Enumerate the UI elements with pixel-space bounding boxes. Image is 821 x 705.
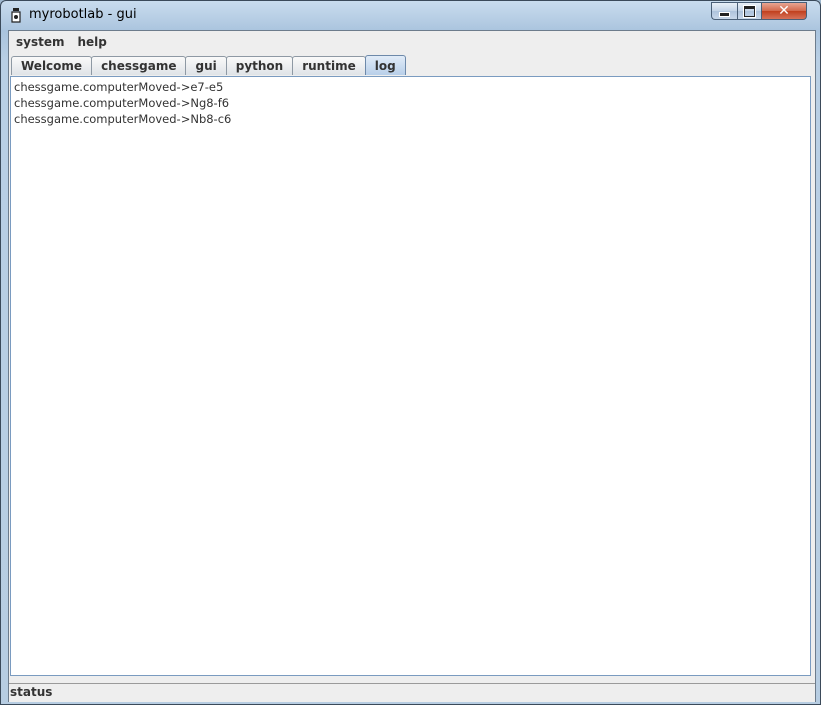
app-window: myrobotlab - gui ✕ system help Welcome c… — [0, 0, 821, 705]
menu-bar: system help — [9, 31, 815, 53]
status-label: status — [10, 685, 53, 699]
caption-buttons: ✕ — [711, 2, 807, 21]
myrobotlab-app-icon — [11, 8, 21, 23]
log-panel[interactable]: chessgame.computerMoved->e7-e5 chessgame… — [10, 76, 811, 676]
tab-welcome[interactable]: Welcome — [11, 56, 93, 75]
minimize-button[interactable] — [711, 2, 737, 20]
log-text-area[interactable]: chessgame.computerMoved->e7-e5 chessgame… — [14, 79, 231, 127]
log-line: chessgame.computerMoved->Ng8-f6 — [14, 96, 230, 110]
tab-strip: Welcome chessgame gui python runtime log — [11, 55, 406, 76]
menu-help[interactable]: help — [72, 35, 113, 49]
menu-system[interactable]: system — [10, 35, 71, 49]
close-button[interactable]: ✕ — [762, 2, 807, 20]
client-area: system help Welcome chessgame gui python… — [8, 30, 816, 702]
tab-log[interactable]: log — [364, 55, 406, 75]
tab-python[interactable]: python — [225, 56, 294, 75]
log-line: chessgame.computerMoved->Nb8-c6 — [14, 112, 232, 126]
status-bar: status — [9, 683, 815, 702]
window-title: myrobotlab - gui — [29, 7, 137, 22]
tab-runtime[interactable]: runtime — [292, 56, 366, 75]
maximize-button[interactable] — [737, 2, 762, 20]
maximize-icon — [744, 5, 755, 17]
close-icon: ✕ — [778, 3, 790, 19]
title-bar[interactable]: myrobotlab - gui ✕ — [1, 1, 820, 29]
tab-gui[interactable]: gui — [185, 56, 227, 75]
minimize-icon — [720, 12, 729, 16]
tab-chessgame[interactable]: chessgame — [91, 56, 187, 75]
log-line: chessgame.computerMoved->e7-e5 — [14, 80, 224, 94]
